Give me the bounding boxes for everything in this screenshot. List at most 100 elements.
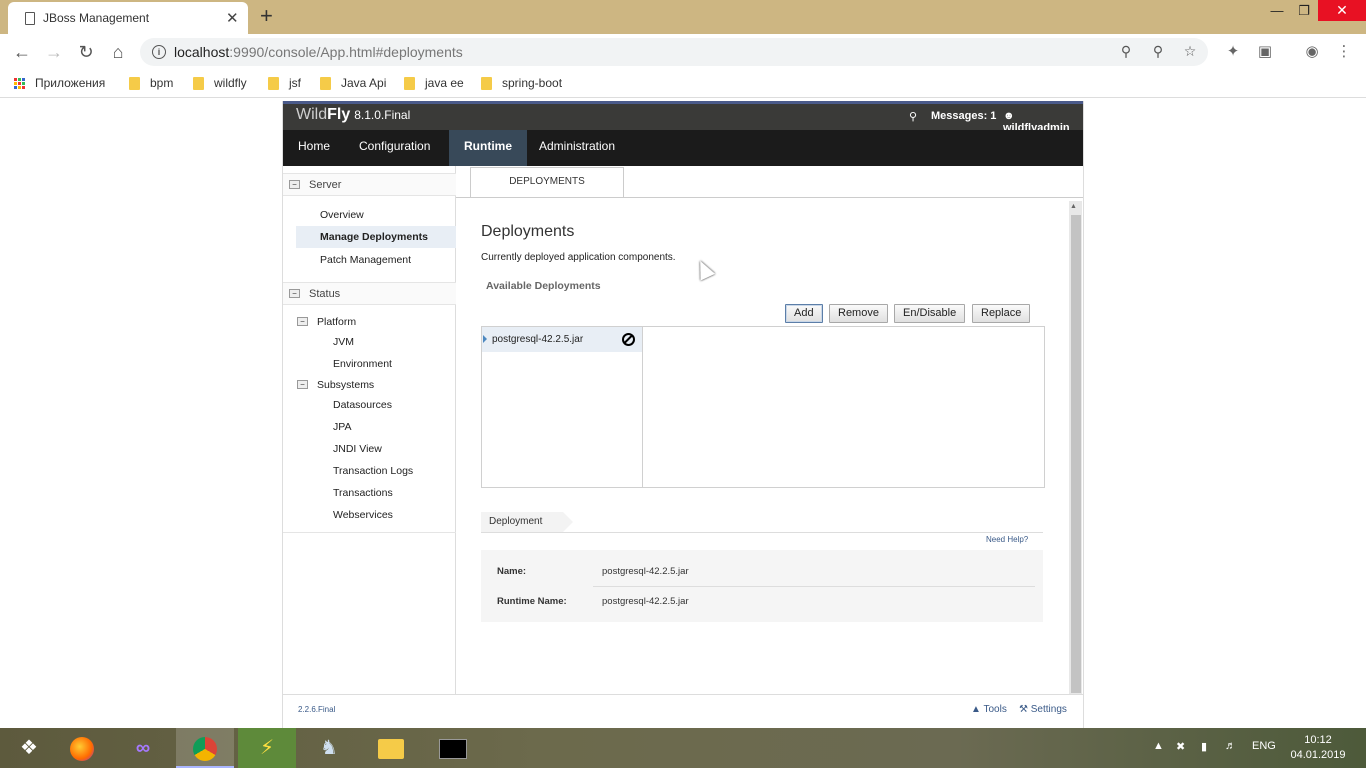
info-icon[interactable]: i [152, 45, 166, 59]
new-tab-button[interactable]: + [260, 4, 273, 28]
wildfly-logo: WildFly 8.1.0.Final [296, 106, 410, 124]
tab-divider [456, 197, 1083, 198]
tools-label: Tools [983, 704, 1007, 715]
bookmark-jsf[interactable]: jsf [268, 76, 301, 90]
list-item[interactable]: postgresql-42.2.5.jar [482, 327, 642, 352]
bookmark-java-ee[interactable]: java ee [404, 76, 464, 90]
tree-group-subsystems[interactable]: Subsystems [317, 379, 374, 391]
settings-link[interactable]: ⚒ Settings [1019, 704, 1067, 715]
bookmarks-bar: Приложения bpm wildfly jsf Java Api java… [0, 70, 1366, 98]
collapse-icon[interactable]: − [297, 380, 308, 389]
volume-icon[interactable]: ♬ [1225, 740, 1236, 752]
remove-button[interactable]: Remove [829, 304, 888, 323]
url-text[interactable]: localhost:9990/console/App.html#deployme… [174, 44, 463, 60]
nav-runtime[interactable]: Runtime [449, 130, 527, 166]
sidebar-item-transactions[interactable]: Transactions [333, 487, 393, 499]
network-error-icon[interactable]: ✖ [1176, 740, 1185, 753]
clock-time: 10:12 [1304, 734, 1332, 746]
bookmark-java-api[interactable]: Java Api [320, 76, 386, 90]
collapse-icon[interactable]: − [297, 317, 308, 326]
windows-start-icon[interactable]: ❖ [0, 728, 58, 768]
deployment-details: Name: postgresql-42.2.5.jar Runtime Name… [481, 550, 1043, 622]
bookmark-label: java ee [425, 76, 464, 90]
sidebar-item-environment[interactable]: Environment [333, 358, 392, 370]
apps-grid-icon [14, 77, 25, 89]
bookmark-apps[interactable]: Приложения [14, 76, 105, 90]
show-hidden-icons-icon[interactable]: ▲ [1153, 740, 1164, 752]
star-icon[interactable]: ☆ [1181, 43, 1199, 60]
name-label: Name: [497, 566, 527, 577]
menu-icon[interactable]: ⋮ [1334, 42, 1354, 60]
bookmark-wildfly[interactable]: wildfly [193, 76, 247, 90]
tools-link[interactable]: ▲ Tools [971, 704, 1007, 715]
sidebar-item-webservices[interactable]: Webservices [333, 509, 393, 521]
folder-icon [320, 76, 331, 90]
tree-group-platform[interactable]: Platform [317, 316, 356, 328]
deployment-detail-tab[interactable]: Deployment [481, 512, 573, 532]
sidebar-item-transaction-logs[interactable]: Transaction Logs [333, 465, 413, 477]
language-indicator[interactable]: ENG [1252, 740, 1276, 752]
page-description: Currently deployed application component… [481, 252, 676, 263]
console-version[interactable]: 2.2.6.Final [298, 705, 335, 714]
deployments-list: postgresql-42.2.5.jar [481, 326, 1045, 488]
tab-deployments[interactable]: DEPLOYMENTS [470, 167, 624, 198]
sidebar-item-jvm[interactable]: JVM [333, 336, 354, 348]
chrome-icon[interactable] [176, 728, 234, 768]
wildfly-console: WildFly 8.1.0.Final ⚲ Messages: 1 ☻ wildf… [282, 101, 1084, 728]
nav-configuration[interactable]: Configuration [344, 130, 445, 166]
forward-icon[interactable]: → [43, 41, 65, 63]
command-prompt-icon[interactable] [424, 728, 482, 768]
bookmark-spring-boot[interactable]: spring-boot [481, 76, 562, 90]
sidebar-item-jpa[interactable]: JPA [333, 421, 351, 433]
intellij-icon[interactable]: ⚡ [238, 728, 296, 768]
need-help-link[interactable]: Need Help? [986, 535, 1028, 544]
detail-separator [593, 586, 1035, 587]
sidebar-item-datasources[interactable]: Datasources [333, 399, 392, 411]
reload-icon[interactable]: ↻ [75, 41, 97, 63]
zoom-icon[interactable]: ⚲ [1149, 43, 1167, 60]
visual-studio-icon[interactable]: ∞ [114, 728, 172, 768]
bookmark-label: Java Api [341, 76, 387, 90]
system-clock[interactable]: 10:12 04.01.2019 [1290, 733, 1346, 763]
sidebar: − Server Overview Manage Deployments Pat… [283, 166, 456, 694]
browser-tab[interactable]: JBoss Management ✕ [8, 2, 248, 34]
settings-label: Settings [1030, 704, 1067, 715]
sidebar-item-overview[interactable]: Overview [320, 209, 364, 221]
minimize-icon[interactable]: — [1262, 2, 1292, 20]
restore-icon[interactable]: ❐ [1289, 2, 1319, 20]
page-title: Deployments [481, 223, 575, 240]
status-section-header[interactable]: − Status [283, 282, 456, 305]
key-icon[interactable]: ⚲ [1117, 43, 1135, 60]
scrollbar-thumb[interactable] [1071, 215, 1081, 693]
extension-lock-icon[interactable]: ▣ [1255, 42, 1275, 60]
scroll-up-icon[interactable]: ▲ [1070, 203, 1077, 210]
extension-icon[interactable]: ✦ [1223, 42, 1243, 60]
page-icon [25, 12, 35, 25]
collapse-icon[interactable]: − [289, 180, 300, 189]
collapse-icon[interactable]: − [289, 289, 300, 298]
file-explorer-icon[interactable] [362, 728, 420, 768]
nav-home[interactable]: Home [283, 130, 345, 166]
sidebar-item-manage-deployments[interactable]: Manage Deployments [296, 226, 456, 248]
close-tab-icon[interactable]: ✕ [226, 9, 239, 27]
enable-disable-button[interactable]: En/Disable [894, 304, 966, 323]
bookmark-bpm[interactable]: bpm [129, 76, 173, 90]
account-icon[interactable]: ◉ [1302, 42, 1322, 60]
tab-title: JBoss Management [43, 11, 150, 25]
firefox-icon[interactable] [53, 728, 111, 768]
add-button[interactable]: Add [785, 304, 823, 323]
folder-icon [268, 76, 279, 90]
search-icon[interactable]: ⚲ [909, 110, 917, 123]
wifi-icon[interactable]: ▮ [1201, 740, 1207, 753]
replace-button[interactable]: Replace [972, 304, 1031, 323]
sidebar-item-jndi-view[interactable]: JNDI View [333, 443, 382, 455]
address-bar[interactable]: i localhost:9990/console/App.html#deploy… [140, 38, 1208, 66]
sidebar-item-patch-management[interactable]: Patch Management [320, 254, 411, 266]
server-section-header[interactable]: − Server [283, 173, 456, 196]
home-icon[interactable]: ⌂ [107, 41, 129, 63]
messages-link[interactable]: Messages: 1 [931, 110, 996, 122]
window-close-icon[interactable]: ✕ [1318, 0, 1366, 21]
back-icon[interactable]: ← [11, 41, 33, 63]
nav-administration[interactable]: Administration [524, 130, 630, 166]
postgresql-icon[interactable]: ♞ [300, 728, 358, 768]
